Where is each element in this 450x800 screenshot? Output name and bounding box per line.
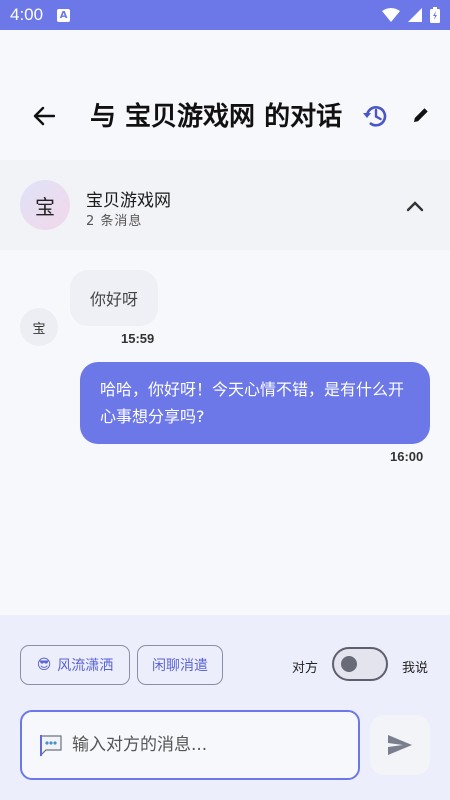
speaker-toggle[interactable] (332, 647, 388, 681)
history-button[interactable] (360, 100, 392, 132)
edit-button[interactable] (408, 102, 434, 128)
outgoing-message-time: 16:00 (390, 449, 424, 464)
style-chip-label: 闲聊消遣 (152, 658, 208, 674)
message-input[interactable] (72, 735, 332, 755)
toggle-label-me: 我说 (402, 661, 429, 676)
collapse-button[interactable] (402, 194, 428, 218)
toggle-knob (341, 656, 357, 672)
incoming-message-bubble[interactable]: 你好呀 (70, 270, 159, 326)
notification-badge-icon: A (57, 8, 71, 22)
status-bar: 4:00 A (0, 0, 450, 30)
chat-bubble-icon (40, 735, 62, 757)
send-button[interactable] (370, 715, 430, 775)
contact-name: 宝贝游戏网 (86, 191, 171, 211)
pencil-icon (414, 108, 428, 122)
message-count: 2 条消息 (86, 214, 143, 229)
app-bar: 与 宝贝游戏网 的对话 (0, 30, 450, 160)
send-icon (388, 735, 412, 755)
history-icon (363, 106, 387, 127)
contact-avatar: 宝 (20, 180, 70, 230)
back-button[interactable] (30, 102, 58, 130)
message-input-box[interactable] (20, 710, 360, 780)
sender-avatar: 宝 (20, 308, 58, 346)
page-title: 与 宝贝游戏网 的对话 (90, 102, 343, 132)
arrow-back-icon (33, 106, 55, 126)
toggle-label-other: 对方 (292, 661, 319, 676)
chevron-up-icon (406, 201, 424, 212)
style-chip-label: 风流潇洒 (57, 658, 114, 674)
outgoing-message-bubble[interactable]: 哈哈，你好呀！今天心情不错，是有什么开心事想分享吗? (80, 362, 430, 444)
style-chip-2[interactable]: 闲聊消遣 (137, 645, 223, 685)
status-time: 4:00 (10, 5, 44, 24)
wifi-icon (382, 8, 400, 22)
contact-header: 宝 宝贝游戏网 2 条消息 (0, 160, 450, 250)
sunglasses-emoji-icon: 😎 (36, 657, 52, 673)
chat-area[interactable]: 宝 你好呀 15:59 哈哈，你好呀！今天心情不错，是有什么开心事想分享吗? 1… (0, 250, 450, 615)
signal-icon (408, 8, 422, 22)
battery-icon (430, 7, 440, 23)
style-chip-1[interactable]: 😎 风流潇洒 (20, 645, 130, 685)
composer-panel: 😎 风流潇洒 闲聊消遣 对方 我说 (0, 615, 450, 800)
status-icons (382, 7, 440, 23)
incoming-message-time: 15:59 (121, 331, 155, 346)
